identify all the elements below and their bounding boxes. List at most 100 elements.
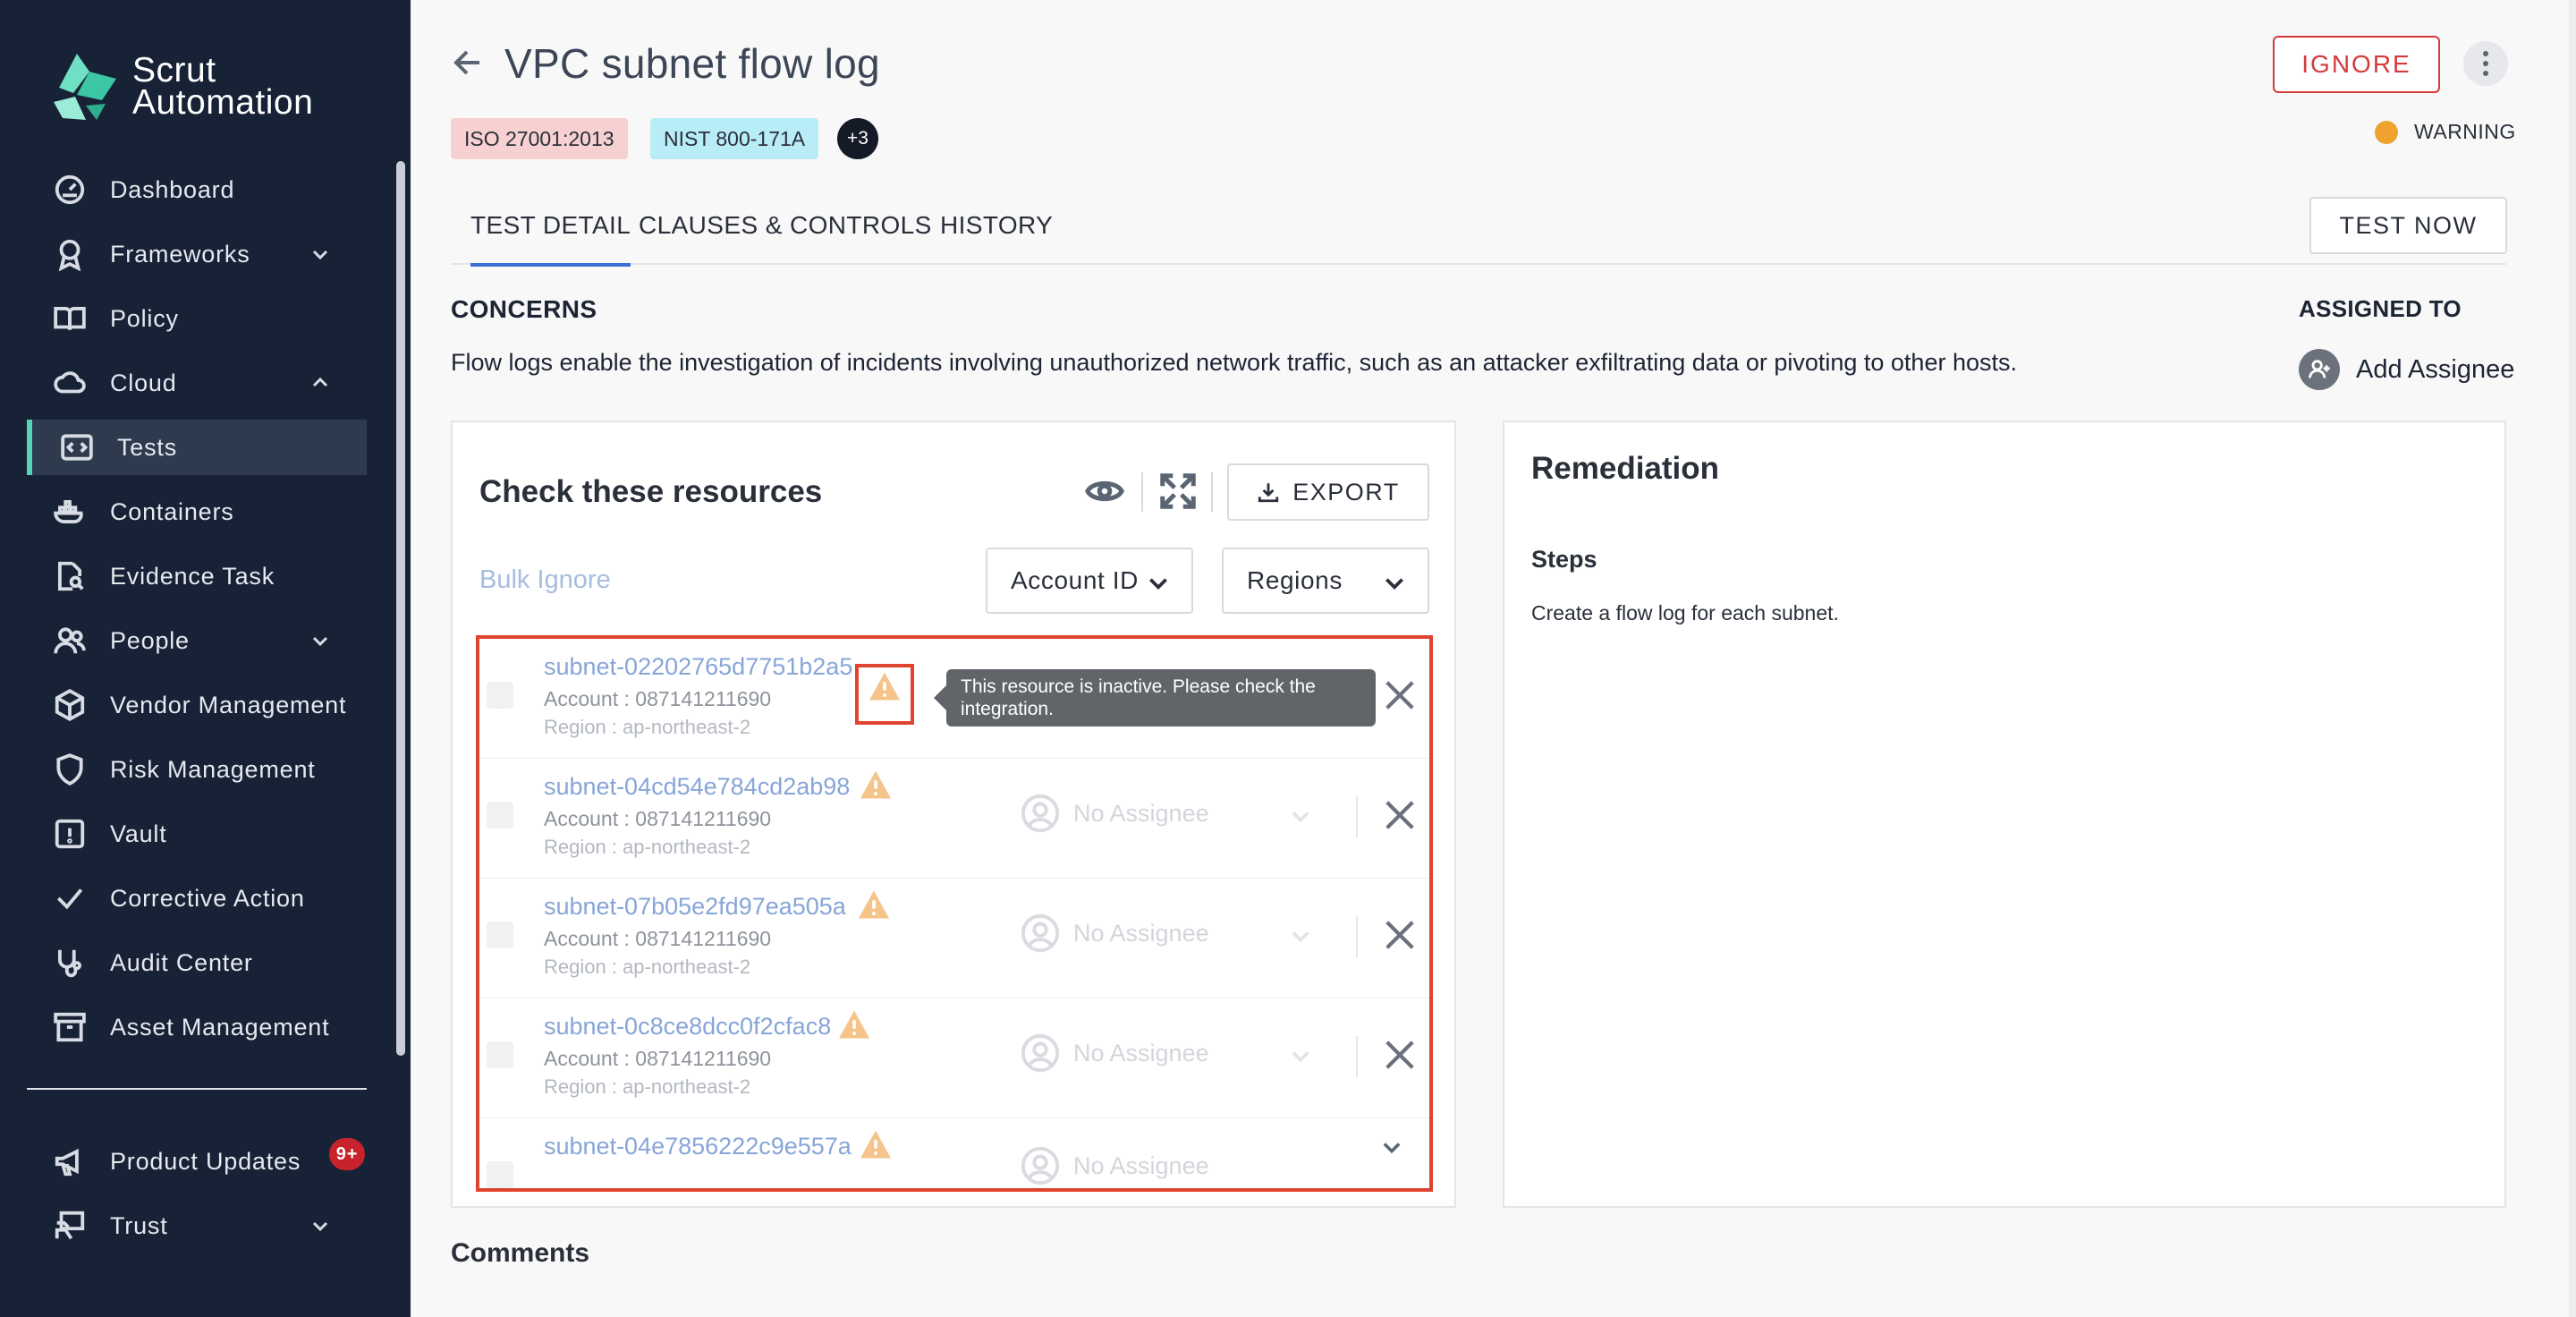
resource-name-link[interactable]: subnet-04cd54e784cd2ab98: [544, 773, 850, 801]
chevron-down-icon[interactable]: [309, 243, 331, 265]
resource-name-link[interactable]: subnet-0c8ce8dcc0f2cfac8: [544, 1013, 831, 1041]
chevron-down-icon[interactable]: [309, 630, 331, 651]
scrut-logo-icon: [54, 54, 116, 120]
sidebar-item-tests[interactable]: Tests: [27, 420, 367, 475]
chevron-up-icon[interactable]: [309, 372, 331, 394]
sidebar-item-label: Evidence Task: [110, 562, 275, 590]
chevron-down-icon[interactable]: [309, 1215, 331, 1236]
sidebar-item-label: Containers: [110, 497, 234, 525]
test-now-button[interactable]: TEST NOW: [2309, 197, 2507, 254]
back-arrow-icon[interactable]: [449, 45, 485, 81]
resource-region: Region : ap-northeast-2: [544, 956, 751, 978]
remediation-steps-text: Create a flow log for each subnet.: [1531, 601, 1839, 625]
sidebar-item-vendor-management[interactable]: Vendor Management: [27, 673, 367, 737]
resource-name-link[interactable]: subnet-07b05e2fd97ea505a: [544, 893, 846, 921]
sidebar-item-cloud[interactable]: Cloud: [27, 351, 367, 415]
sidebar-item-vault[interactable]: Vault: [27, 802, 367, 866]
more-tags-badge[interactable]: +3: [837, 118, 878, 159]
package-cube-icon: [52, 687, 88, 723]
tab-test-detail[interactable]: TEST DETAIL: [470, 211, 631, 267]
framework-tag-nist[interactable]: NIST 800-171A: [650, 118, 819, 159]
sidebar-item-corrective-action[interactable]: Corrective Action: [27, 866, 367, 930]
chevron-down-icon[interactable]: [1288, 923, 1313, 948]
sidebar-item-dashboard[interactable]: Dashboard: [27, 157, 367, 222]
page-scrollbar[interactable]: [2569, 0, 2576, 1317]
close-icon[interactable]: [1383, 678, 1417, 712]
table-row: subnet-0c8ce8dcc0f2cfac8 Account : 08714…: [479, 998, 1429, 1118]
sidebar-item-containers[interactable]: Containers: [27, 480, 367, 544]
warning-triangle-icon[interactable]: [859, 769, 893, 800]
ignore-button[interactable]: IGNORE: [2273, 36, 2440, 93]
export-label: EXPORT: [1292, 478, 1400, 506]
checkmark-icon: [52, 880, 88, 916]
tab-history[interactable]: HISTORY: [940, 211, 1053, 240]
sidebar-item-label: Asset Management: [110, 1013, 330, 1041]
regions-filter[interactable]: Regions: [1222, 548, 1429, 614]
open-book-icon: [52, 301, 88, 336]
chevron-down-icon[interactable]: [1288, 803, 1313, 828]
sidebar-item-trust[interactable]: Trust: [27, 1194, 367, 1258]
resource-name-link[interactable]: subnet-04e7856222c9e557a: [544, 1133, 852, 1160]
sidebar-item-frameworks[interactable]: Frameworks: [27, 222, 367, 286]
sidebar-item-policy[interactable]: Policy: [27, 286, 367, 351]
code-window-icon: [59, 429, 95, 465]
sidebar-scrollbar[interactable]: [396, 161, 405, 1056]
inactive-resource-tooltip: This resource is inactive. Please check …: [934, 669, 1376, 726]
sidebar-item-people[interactable]: People: [27, 608, 367, 673]
sidebar-item-label: Dashboard: [110, 175, 235, 203]
bulk-ignore-link[interactable]: Bulk Ignore: [479, 565, 611, 595]
user-circle-icon: [1020, 1145, 1061, 1186]
warning-triangle-icon[interactable]: [857, 889, 891, 920]
warning-triangle-icon[interactable]: [859, 1129, 893, 1160]
chevron-down-icon[interactable]: [1379, 1134, 1404, 1160]
row-checkbox[interactable]: [487, 1161, 513, 1188]
tab-clauses-controls[interactable]: CLAUSES & CONTROLS: [639, 211, 932, 240]
close-icon[interactable]: [1383, 918, 1417, 952]
toolbar-divider: [1141, 472, 1143, 512]
assignee-label: No Assignee: [1073, 799, 1209, 827]
sidebar-item-asset-management[interactable]: Asset Management: [27, 995, 367, 1059]
table-row: subnet-04cd54e784cd2ab98 Account : 08714…: [479, 759, 1429, 879]
warning-triangle-icon[interactable]: [837, 1009, 871, 1040]
megaphone-icon: [52, 1143, 88, 1179]
assignee-select[interactable]: No Assignee: [1020, 1145, 1209, 1186]
sidebar-item-evidence-task[interactable]: Evidence Task: [27, 544, 367, 608]
remediation-title: Remediation: [1531, 451, 1720, 486]
export-button[interactable]: EXPORT: [1227, 463, 1429, 521]
row-checkbox[interactable]: [487, 682, 513, 709]
row-checkbox[interactable]: [487, 802, 513, 828]
sidebar-bottom-nav: Product Updates 9+ Trust: [27, 1129, 367, 1258]
table-row: subnet-04e7856222c9e557a No Assignee: [479, 1118, 1429, 1188]
resource-name-link[interactable]: subnet-02202765d7751b2a5: [544, 653, 852, 681]
more-options-icon[interactable]: [2463, 41, 2508, 86]
ribbon-award-icon: [52, 236, 88, 272]
brand-logo[interactable]: Scrut Automation: [50, 52, 313, 122]
toolbar-divider: [1211, 472, 1213, 512]
row-checkbox[interactable]: [487, 1041, 513, 1068]
brand-name: Scrut Automation: [132, 51, 314, 122]
sidebar-item-label: Vault: [110, 820, 167, 847]
chevron-down-icon[interactable]: [1288, 1043, 1313, 1068]
table-row: subnet-02202765d7751b2a5 Account : 08714…: [479, 639, 1429, 759]
expand-icon[interactable]: [1157, 471, 1199, 512]
close-icon[interactable]: [1383, 798, 1417, 832]
close-icon[interactable]: [1383, 1038, 1417, 1072]
add-assignee-button[interactable]: Add Assignee: [2299, 349, 2514, 390]
sidebar-item-label: Corrective Action: [110, 884, 305, 912]
sidebar-item-product-updates[interactable]: Product Updates 9+: [27, 1129, 367, 1194]
assigned-to-heading: ASSIGNED TO: [2299, 295, 2462, 322]
assignee-select[interactable]: No Assignee: [1020, 793, 1209, 834]
eye-icon[interactable]: [1084, 471, 1125, 512]
sidebar-item-label: Cloud: [110, 369, 177, 396]
account-id-filter[interactable]: Account ID: [986, 548, 1193, 614]
assignee-select[interactable]: No Assignee: [1020, 913, 1209, 954]
resource-list[interactable]: subnet-02202765d7751b2a5 Account : 08714…: [476, 635, 1433, 1192]
framework-tag-iso[interactable]: ISO 27001:2013: [451, 118, 628, 159]
row-checkbox[interactable]: [487, 922, 513, 948]
document-search-icon: [52, 558, 88, 594]
assignee-label: No Assignee: [1073, 1039, 1209, 1066]
sidebar-item-audit-center[interactable]: Audit Center: [27, 930, 367, 995]
chevron-down-icon: [1385, 578, 1403, 590]
assignee-select[interactable]: No Assignee: [1020, 1032, 1209, 1074]
sidebar-item-risk-management[interactable]: Risk Management: [27, 737, 367, 802]
